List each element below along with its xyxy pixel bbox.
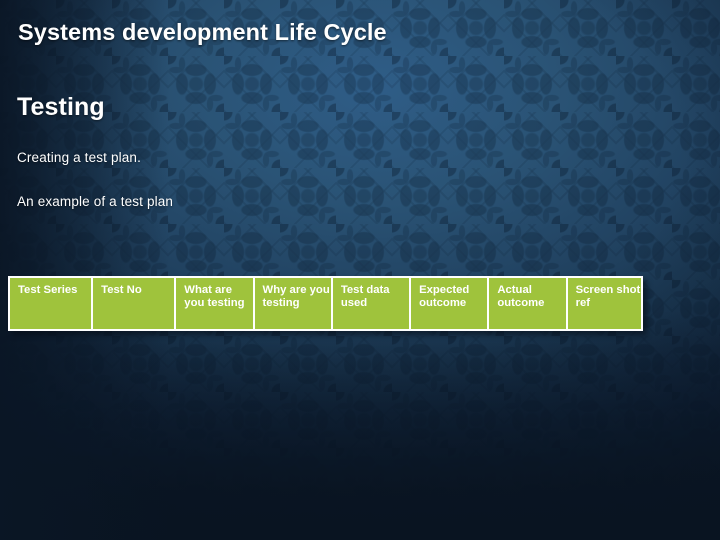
table-header-cell-expected-outcome: Expected outcome	[411, 278, 488, 329]
table-header-cell-what-testing: What are you testing	[176, 278, 253, 329]
table-header-cell-test-no: Test No	[93, 278, 175, 329]
body-text-line-2: An example of a test plan	[17, 194, 174, 209]
table-header-cell-test-series: Test Series	[10, 278, 92, 329]
test-plan-table: Test Series Test No What are you testing…	[8, 276, 643, 331]
table-header-cell-test-data-used: Test data used	[332, 278, 410, 329]
body-text-line-1: Creating a test plan.	[17, 150, 141, 165]
table-header-cell-why-testing: Why are you testing	[254, 278, 331, 329]
table-header-cell-screen-shot-ref: Screen shot ref	[567, 278, 641, 329]
section-heading-testing: Testing	[17, 93, 105, 121]
page-title: Systems development Life Cycle	[18, 19, 387, 45]
table-header-cell-actual-outcome: Actual outcome	[489, 278, 566, 329]
slide-canvas: Systems development Life Cycle Testing C…	[0, 0, 720, 540]
slide-content: Systems development Life Cycle Testing C…	[0, 0, 720, 540]
